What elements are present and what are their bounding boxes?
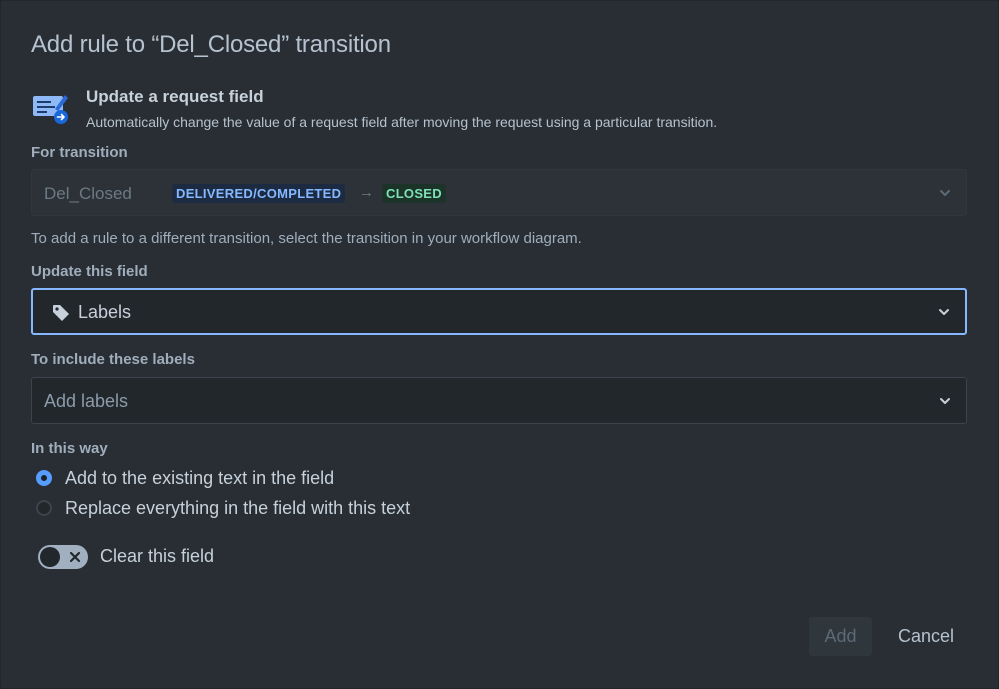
update-field-label: Update this field bbox=[31, 263, 148, 280]
to-status-lozenge: CLOSED bbox=[382, 184, 446, 203]
add-button[interactable]: Add bbox=[809, 617, 872, 656]
transition-name: Del_Closed bbox=[44, 184, 132, 203]
mode-label: In this way bbox=[31, 440, 108, 457]
tag-icon bbox=[53, 305, 69, 321]
chevron-down-icon[interactable] bbox=[937, 305, 951, 319]
transition-field-label: For transition bbox=[31, 144, 128, 161]
clear-field-label: Clear this field bbox=[100, 546, 215, 566]
add-rule-dialog: Add rule to “Del_Closed” transition Upda… bbox=[0, 0, 999, 689]
chevron-down-icon bbox=[940, 189, 950, 196]
from-status-lozenge: DELIVERED/COMPLETED bbox=[172, 184, 346, 203]
radio-label: Replace everything in the field with thi… bbox=[65, 498, 411, 518]
cancel-button[interactable]: Cancel bbox=[885, 617, 967, 656]
radio-label: Add to the existing text in the field bbox=[65, 468, 335, 488]
labels-placeholder: Add labels bbox=[44, 391, 129, 411]
close-icon bbox=[69, 551, 81, 563]
rule-name: Update a request field bbox=[86, 87, 264, 106]
clear-field-toggle[interactable] bbox=[38, 545, 88, 569]
update-field-value: Labels bbox=[78, 302, 132, 322]
transition-select: Del_Closed DELIVERED/COMPLETED → CLOSED bbox=[31, 169, 967, 216]
arrow-right-icon: → bbox=[359, 184, 374, 201]
radio-button[interactable] bbox=[36, 500, 52, 516]
toggle-knob bbox=[40, 547, 60, 567]
rule-description: Automatically change the value of a requ… bbox=[86, 114, 718, 130]
update-field-icon bbox=[33, 95, 68, 124]
chevron-down-icon[interactable] bbox=[938, 394, 952, 408]
radio-button-checked[interactable] bbox=[36, 470, 52, 486]
labels-field-label: To include these labels bbox=[31, 351, 195, 368]
dialog-title: Add rule to “Del_Closed” transition bbox=[31, 31, 391, 58]
update-field-select[interactable]: Labels bbox=[31, 288, 967, 335]
labels-select[interactable]: Add labels bbox=[31, 377, 967, 424]
transition-helper-text: To add a rule to a different transition,… bbox=[31, 230, 582, 247]
